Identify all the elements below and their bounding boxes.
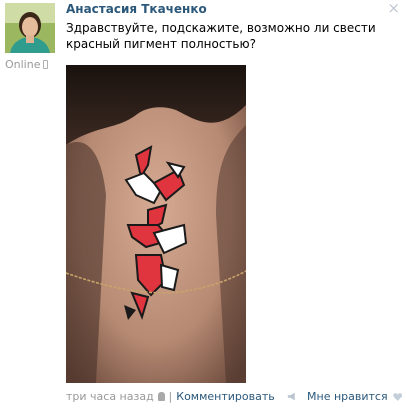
footer-separator: | xyxy=(168,390,173,403)
post-timestamp[interactable]: три часа назад xyxy=(66,390,154,403)
android-icon xyxy=(157,392,165,401)
post-footer: три часа назад | Комментировать Мне нрав… xyxy=(66,390,402,403)
post-photo[interactable] xyxy=(66,65,246,383)
online-status: Online xyxy=(5,58,41,71)
close-icon[interactable]: × xyxy=(387,0,400,16)
wall-post: Online Анастасия Ткаченко × Здравствуйте… xyxy=(0,0,406,410)
avatar-photo xyxy=(5,3,55,53)
tattoo-photo xyxy=(66,65,246,383)
post-text: Здравствуйте, подскажите, возможно ли св… xyxy=(66,21,376,51)
online-indicator: Online xyxy=(5,58,49,71)
like-button[interactable]: Мне нравится xyxy=(307,390,388,403)
author-name-link[interactable]: Анастасия Ткаченко xyxy=(66,2,207,16)
comment-button[interactable]: Комментировать xyxy=(176,390,274,403)
heart-icon[interactable] xyxy=(392,392,402,402)
megaphone-icon[interactable] xyxy=(287,392,297,401)
mobile-phone-icon xyxy=(43,60,49,69)
author-avatar[interactable] xyxy=(5,3,55,53)
